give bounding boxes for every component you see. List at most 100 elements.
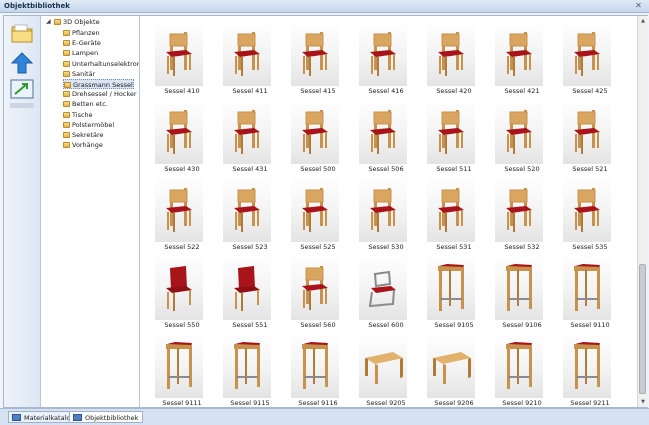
object-tile[interactable]: Sessel 520: [492, 96, 548, 174]
close-icon[interactable]: ✕: [634, 1, 643, 10]
tree-item[interactable]: Drehsessel / Hocker: [63, 89, 137, 99]
object-label: Sessel 520: [504, 165, 540, 173]
object-thumbnail: [563, 332, 611, 398]
tree-item-label: Betten etc.: [72, 100, 108, 109]
object-tile[interactable]: Sessel 9111: [152, 330, 208, 407]
object-tile[interactable]: Sessel 420: [424, 18, 480, 96]
tree-item[interactable]: Grassmann Sessel: [63, 79, 134, 89]
folder-icon: [63, 101, 70, 108]
object-thumbnail: [155, 254, 203, 320]
tree-item[interactable]: Polstermöbel: [63, 120, 114, 130]
object-tile[interactable]: Sessel 9105: [424, 252, 480, 330]
object-thumbnail: [223, 254, 271, 320]
object-tile[interactable]: Sessel 430: [152, 96, 208, 174]
object-thumbnail: [427, 332, 475, 398]
object-tile[interactable]: Sessel 506: [356, 96, 412, 174]
scroll-up-icon[interactable]: ▲: [638, 16, 648, 26]
object-tile[interactable]: Sessel 9110: [560, 252, 616, 330]
scroll-down-icon[interactable]: ▼: [638, 397, 648, 407]
object-label: Sessel 9205: [366, 399, 406, 407]
folder-icon: [64, 82, 71, 88]
tree-root[interactable]: 3D Objekte: [54, 17, 100, 27]
object-tile[interactable]: Sessel 9210: [492, 330, 548, 407]
object-label: Sessel 430: [164, 165, 200, 173]
tree-item[interactable]: Betten etc.: [63, 99, 108, 109]
object-tile[interactable]: Sessel 9106: [492, 252, 548, 330]
object-label: Sessel 600: [368, 321, 404, 329]
object-tile[interactable]: Sessel 410: [152, 18, 208, 96]
toolbar-separator: [10, 103, 34, 108]
library-window: ◢ 3D Objekte Pflanzen E-Geräte Lampen Unter…: [3, 15, 648, 408]
folder-icon: [63, 50, 70, 57]
object-tile[interactable]: Sessel 521: [560, 96, 616, 174]
image-resize-icon[interactable]: [10, 78, 34, 100]
vertical-scrollbar[interactable]: ▲ ▼: [637, 16, 648, 407]
object-label: Sessel 9105: [434, 321, 474, 329]
up-arrow-icon[interactable]: [10, 52, 34, 74]
tree-item[interactable]: Vorhänge: [63, 140, 103, 150]
object-tile[interactable]: Sessel 9205: [356, 330, 412, 407]
tree-item-label: Lampen: [72, 49, 99, 58]
object-tile[interactable]: Sessel 531: [424, 174, 480, 252]
object-thumbnail: [495, 254, 543, 320]
object-tile[interactable]: Sessel 525: [288, 174, 344, 252]
object-tile[interactable]: Sessel 532: [492, 174, 548, 252]
object-thumbnail: [291, 176, 339, 242]
object-label: Sessel 431: [232, 165, 268, 173]
object-tile[interactable]: Sessel 9115: [220, 330, 276, 407]
folder-icon: [63, 30, 70, 36]
left-toolbar: [4, 16, 41, 407]
folder-icon: [63, 60, 70, 67]
object-label: Sessel 411: [232, 87, 268, 95]
object-thumbnail: [427, 254, 475, 320]
object-tile[interactable]: Sessel 431: [220, 96, 276, 174]
object-label: Sessel 9110: [570, 321, 610, 329]
tree-item[interactable]: Unterhaltunselektronik: [63, 59, 139, 69]
tab-label: Objektbibliothek: [85, 414, 139, 422]
object-tile[interactable]: Sessel 9211: [560, 330, 616, 407]
folder-icon: [63, 70, 70, 77]
object-tile[interactable]: Sessel 421: [492, 18, 548, 96]
object-tile[interactable]: Sessel 411: [220, 18, 276, 96]
object-tile[interactable]: Sessel 425: [560, 18, 616, 96]
object-thumbnail: [563, 176, 611, 242]
tree-collapse-icon[interactable]: ◢: [46, 18, 51, 25]
object-tile[interactable]: Sessel 523: [220, 174, 276, 252]
library-icon: [73, 414, 82, 421]
object-label: Sessel 421: [504, 87, 540, 95]
object-tile[interactable]: Sessel 530: [356, 174, 412, 252]
tree-item[interactable]: Lampen: [63, 48, 98, 58]
object-tile[interactable]: Sessel 560: [288, 252, 344, 330]
tree-item[interactable]: Sekretäre: [63, 130, 103, 140]
object-tile[interactable]: Sessel 9116: [288, 330, 344, 407]
tree-item[interactable]: Pflanzen: [63, 28, 100, 38]
object-tile[interactable]: Sessel 551: [220, 252, 276, 330]
folder-icon[interactable]: [10, 22, 34, 44]
object-thumbnail: [223, 98, 271, 164]
object-label: Sessel 500: [300, 165, 336, 173]
tree-item[interactable]: Tische: [63, 110, 93, 120]
object-tile[interactable]: Sessel 511: [424, 96, 480, 174]
tree-item[interactable]: Sanitär: [63, 69, 95, 79]
tree-item-label: Grassmann Sessel: [73, 81, 133, 89]
object-thumbnail: [359, 332, 407, 398]
object-thumbnail: [291, 20, 339, 86]
tree-item[interactable]: E-Geräte: [63, 38, 101, 48]
object-tile[interactable]: Sessel 550: [152, 252, 208, 330]
tab-objektbibliothek[interactable]: Objektbibliothek: [69, 411, 144, 423]
object-tile[interactable]: Sessel 535: [560, 174, 616, 252]
object-tile[interactable]: Sessel 415: [288, 18, 344, 96]
object-tile[interactable]: Sessel 600: [356, 252, 412, 330]
object-label: Sessel 550: [164, 321, 200, 329]
object-thumbnail: [427, 98, 475, 164]
object-label: Sessel 506: [368, 165, 404, 173]
object-label: Sessel 410: [164, 87, 200, 95]
scroll-thumb[interactable]: [639, 264, 646, 394]
object-tile[interactable]: Sessel 416: [356, 18, 412, 96]
object-label: Sessel 9115: [230, 399, 270, 407]
object-tile[interactable]: Sessel 522: [152, 174, 208, 252]
object-tile[interactable]: Sessel 9206: [424, 330, 480, 407]
object-thumbnail: [427, 176, 475, 242]
object-tile[interactable]: Sessel 500: [288, 96, 344, 174]
tab-label: Materialkatalog: [24, 414, 75, 422]
